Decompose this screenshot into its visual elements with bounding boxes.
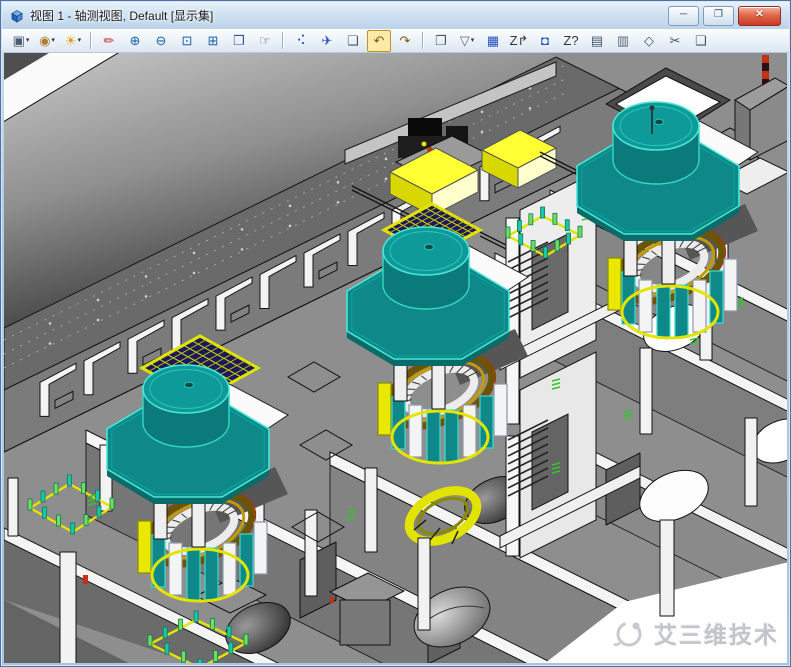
minimize-button[interactable]: ─	[668, 6, 699, 26]
zoom-window-button[interactable]: ⊡	[175, 30, 199, 52]
watermark-text: 艾三维技术	[654, 616, 779, 650]
display-set-button[interactable]: ▣▾	[9, 30, 33, 52]
toolbar-separator	[422, 32, 424, 49]
scene-canvas	[4, 53, 787, 663]
fly-through-button[interactable]: ✈	[315, 30, 339, 52]
watermark-logo	[612, 615, 648, 651]
section-box-button[interactable]: ❑	[689, 30, 713, 52]
window-controls: ─❐✕	[668, 6, 781, 26]
render-mode-button[interactable]: ◉▾	[35, 30, 59, 52]
cad-cube-icon	[9, 8, 25, 24]
view-previous-button[interactable]: ↶	[367, 30, 391, 52]
close-button[interactable]: ✕	[738, 6, 781, 26]
zoom-fit-button[interactable]: ⊞	[201, 30, 225, 52]
viewport-3d[interactable]: 艾三维技术	[4, 53, 787, 663]
restore-button[interactable]: ❐	[703, 6, 734, 26]
grid-display-button[interactable]: ▦	[481, 30, 505, 52]
z-up-button[interactable]: Z↱	[507, 30, 531, 52]
look-window-button[interactable]: ❏	[341, 30, 365, 52]
z-query-button[interactable]: Z?	[559, 30, 583, 52]
snapshot-button[interactable]: ▥	[611, 30, 635, 52]
wireframe-cube-button[interactable]: ◇	[637, 30, 661, 52]
pan-hand-button[interactable]: ☞	[253, 30, 277, 52]
watermark: 艾三维技术	[612, 615, 779, 651]
help-display-button[interactable]: ◘	[533, 30, 557, 52]
view-next-button[interactable]: ↷	[393, 30, 417, 52]
update-view-button[interactable]: ✏	[97, 30, 121, 52]
clip-scissors-button[interactable]: ✂	[663, 30, 687, 52]
window-title: 视图 1 - 轴测视图, Default [显示集]	[30, 7, 213, 24]
stats-box-button[interactable]: ▤	[585, 30, 609, 52]
lighting-button[interactable]: ☀▾	[61, 30, 85, 52]
app-window: { "window": { "title": "视图 1 - 轴测视图, Def…	[0, 0, 791, 667]
toolbar-separator	[282, 32, 284, 49]
filter-button[interactable]: ▽▾	[455, 30, 479, 52]
zoom-in-button[interactable]: ⊕	[123, 30, 147, 52]
toolbar: ▣▾◉▾☀▾ ✏⊕⊖⊡⊞❒☞ ⠪✈❏↶↷ ❐▽▾▦Z↱◘Z?▤▥◇✂❑	[2, 29, 789, 53]
new-window-button[interactable]: ❐	[429, 30, 453, 52]
walk-through-button[interactable]: ⠪	[289, 30, 313, 52]
orbit-cube-button[interactable]: ❒	[227, 30, 251, 52]
toolbar-separator	[90, 32, 92, 49]
zoom-out-button[interactable]: ⊖	[149, 30, 173, 52]
titlebar[interactable]: 视图 1 - 轴测视图, Default [显示集] ─❐✕	[2, 2, 789, 29]
